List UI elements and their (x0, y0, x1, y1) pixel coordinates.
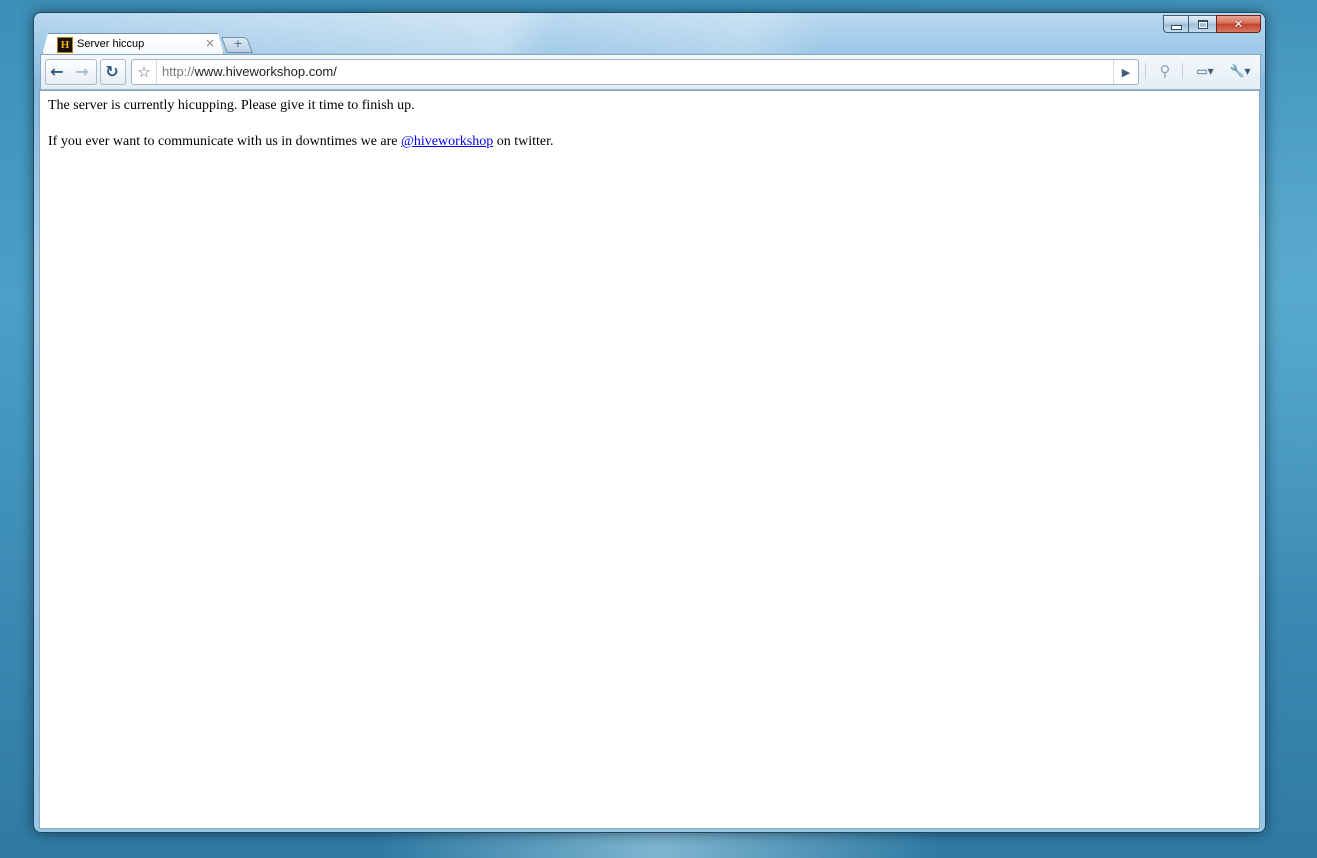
plus-icon: + (233, 37, 243, 50)
twitter-link[interactable]: @hiveworkshop (401, 134, 493, 149)
forward-arrow-icon: → (75, 61, 89, 81)
tab-server-hiccup[interactable]: H Server hiccup × (42, 33, 224, 55)
back-arrow-icon: ← (50, 61, 64, 81)
page-menu-button[interactable]: ▭▾ (1190, 59, 1220, 83)
url-host-path: www.hiveworkshop.com/ (194, 64, 337, 79)
caption-buttons: ✕ (1163, 15, 1261, 33)
hive-favicon-icon: H (57, 37, 73, 53)
wrench-menu-button[interactable]: 🔧▾ (1225, 59, 1255, 83)
url-text[interactable]: http://www.hiveworkshop.com/ (162, 64, 337, 79)
maximize-button[interactable] (1188, 15, 1217, 33)
toolbar-separator (1182, 63, 1183, 79)
minimize-icon (1170, 24, 1182, 30)
browser-toolbar: ← → ↻ ☆ http://www.hiveworkshop.com/ ▶ ⚲… (40, 54, 1261, 90)
go-arrow-icon: ▶ (1121, 65, 1131, 79)
browser-window: ✕ H Server hiccup × + ← → ↻ ☆ http://www… (34, 13, 1265, 832)
hiccup-message: The server is currently hicupping. Pleas… (48, 98, 415, 113)
search-button[interactable]: ⚲ (1153, 59, 1177, 83)
reload-icon: ↻ (105, 61, 119, 81)
maximize-icon (1197, 19, 1208, 29)
tab-close-icon[interactable]: × (205, 36, 215, 50)
search-icon: ⚲ (1159, 62, 1171, 80)
close-icon: ✕ (1233, 17, 1244, 31)
tab-title: Server hiccup (77, 38, 145, 50)
toolbar-separator (1145, 63, 1146, 79)
bookmark-star-button[interactable]: ☆ (132, 60, 157, 84)
star-icon: ☆ (137, 63, 151, 81)
forward-button[interactable]: → (70, 59, 94, 83)
page-icon: ▭▾ (1196, 64, 1214, 78)
twitter-message-prefix: If you ever want to communicate with us … (48, 134, 402, 149)
address-bar[interactable]: ☆ http://www.hiveworkshop.com/ ▶ (131, 59, 1139, 85)
page-content: The server is currently hicupping. Pleas… (39, 90, 1260, 829)
minimize-button[interactable] (1163, 15, 1189, 33)
twitter-message-suffix: on twitter. (493, 134, 554, 149)
back-button[interactable]: ← (45, 59, 69, 83)
close-window-button[interactable]: ✕ (1216, 15, 1261, 33)
go-button[interactable]: ▶ (1113, 60, 1138, 84)
url-scheme: http:// (162, 64, 195, 79)
twitter-message: If you ever want to communicate with us … (48, 134, 554, 150)
reload-button[interactable]: ↻ (100, 59, 124, 83)
wrench-icon: 🔧▾ (1229, 64, 1251, 78)
